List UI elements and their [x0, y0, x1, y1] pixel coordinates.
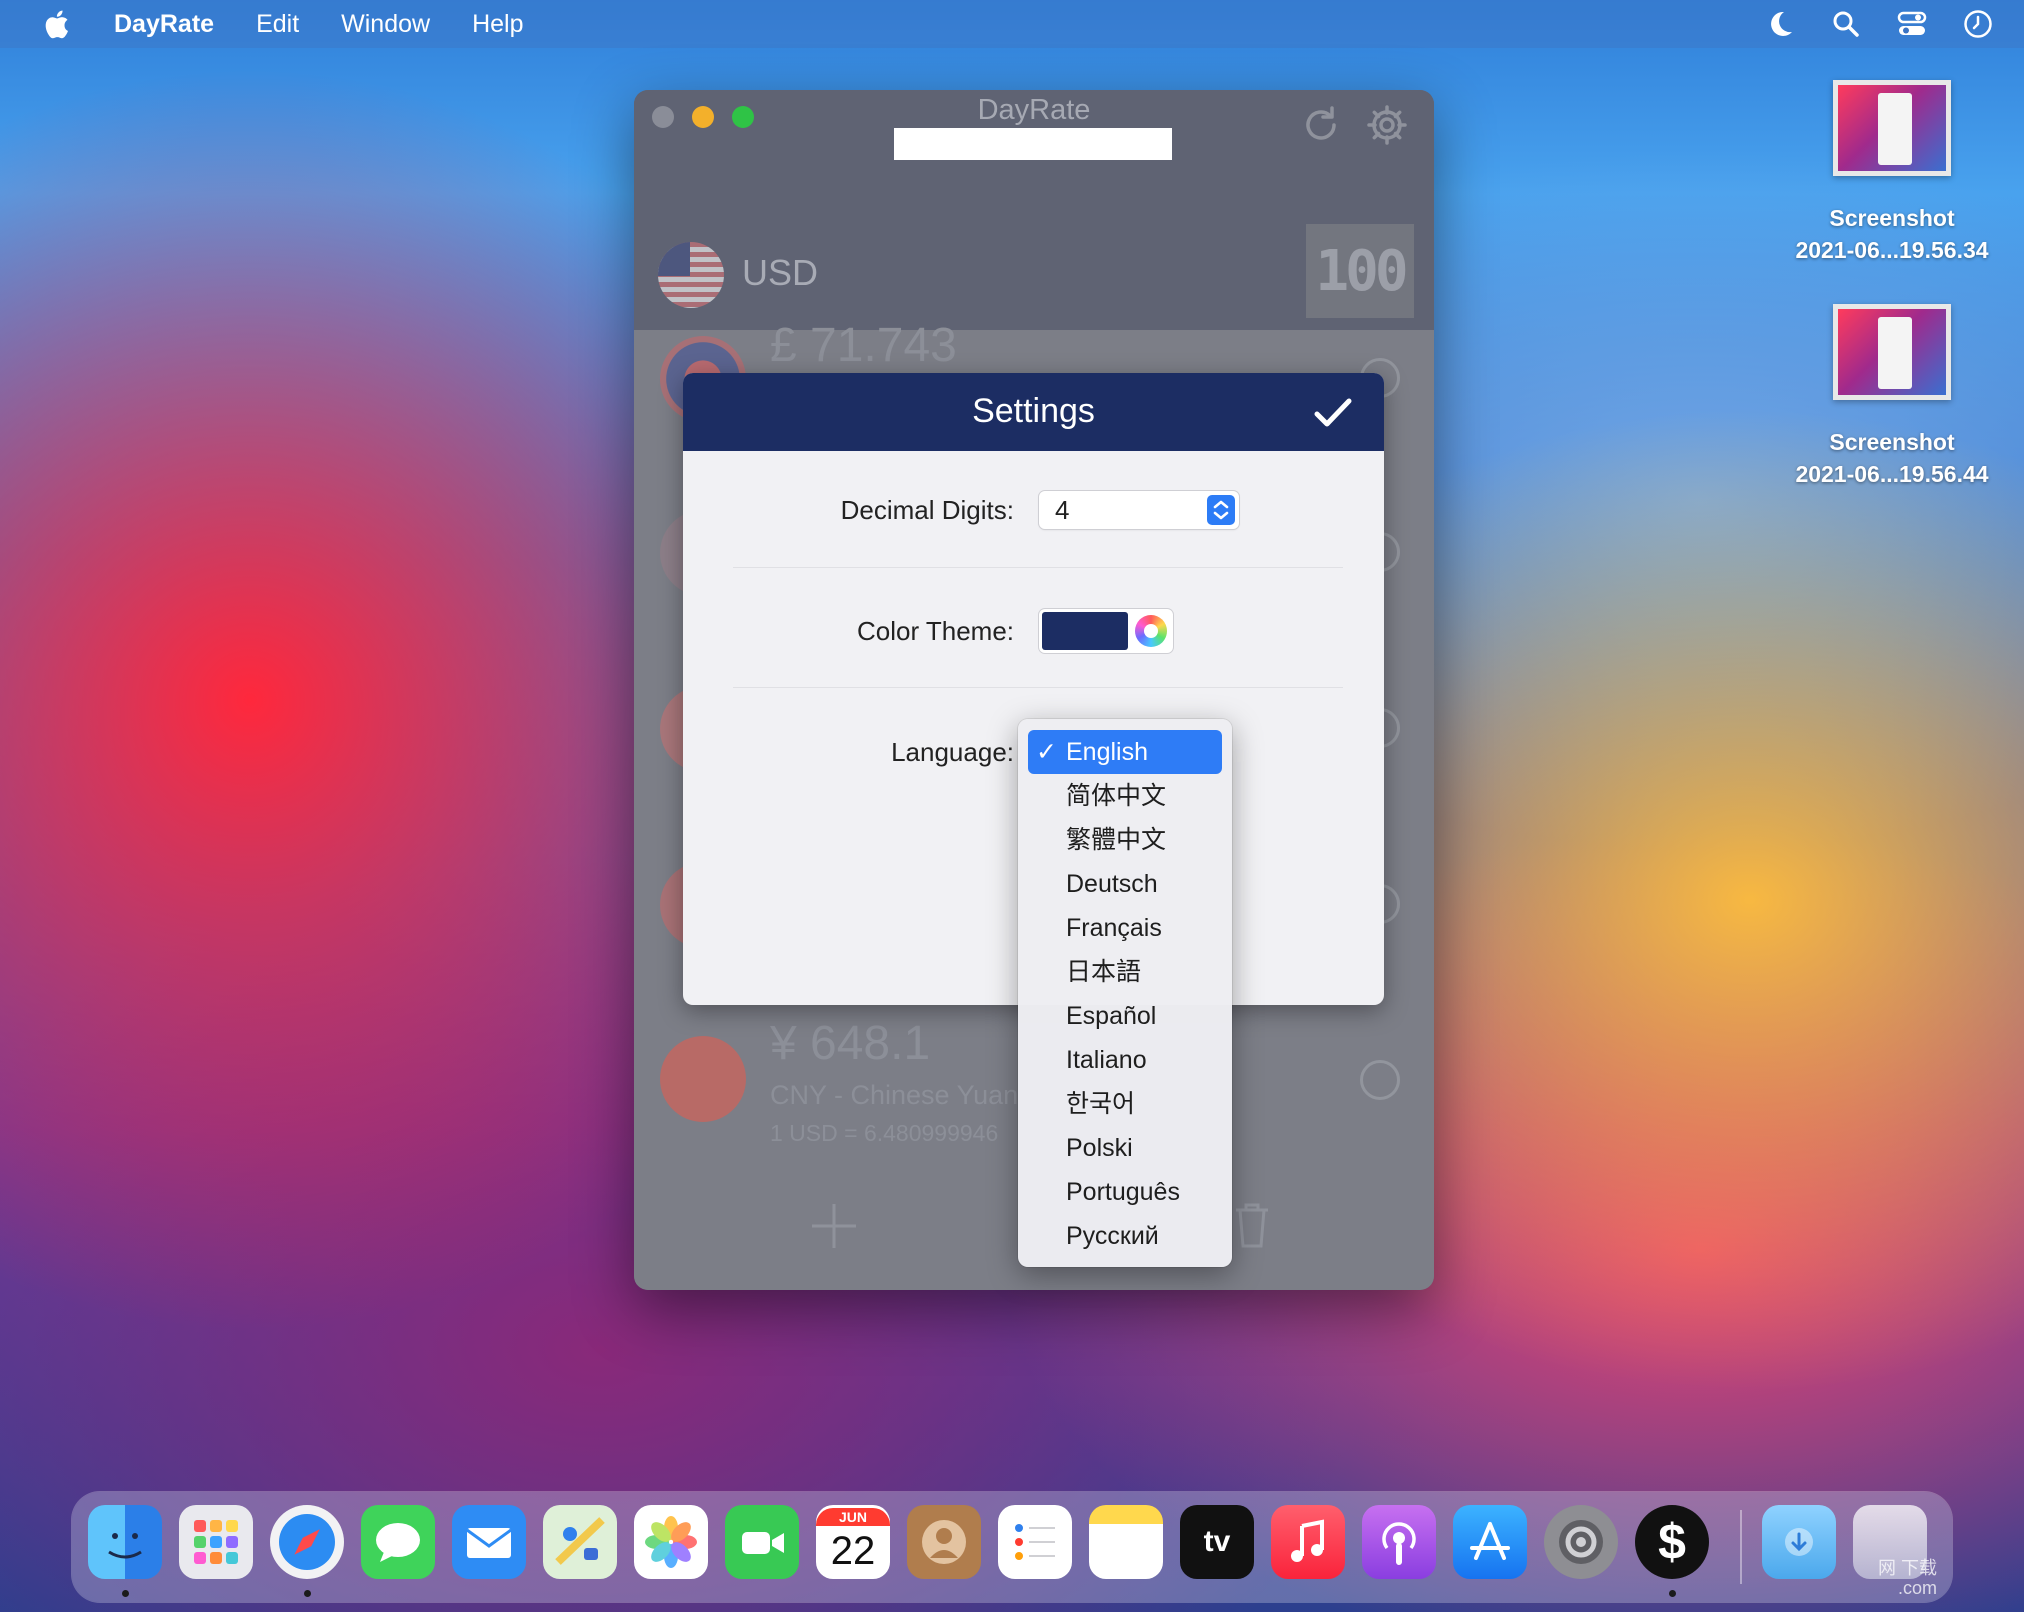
watermark: 网 下载 .com	[1878, 1558, 1938, 1598]
color-theme-label: Color Theme:	[856, 616, 1014, 646]
podcasts-icon[interactable]	[1362, 1505, 1436, 1579]
language-option[interactable]: Español	[1028, 994, 1222, 1038]
notes-icon[interactable]	[1089, 1505, 1163, 1579]
calendar-day: 22	[830, 1529, 876, 1573]
calendar-month: JUN	[816, 1508, 890, 1526]
currency-amount: £ 71.743	[770, 319, 957, 372]
contacts-icon[interactable]	[907, 1505, 981, 1579]
menu-window[interactable]: Window	[341, 10, 430, 39]
launchpad-icon[interactable]	[179, 1505, 253, 1579]
divider	[733, 687, 1343, 688]
base-amount-input[interactable]: 100	[1306, 224, 1414, 318]
menu-help[interactable]: Help	[472, 10, 523, 39]
refresh-icon[interactable]	[1298, 102, 1344, 148]
running-indicator	[304, 1590, 311, 1597]
menu-bar: DayRate Edit Window Help	[0, 0, 2024, 48]
currency-name: CNY - Chinese Yuan	[770, 1080, 1019, 1110]
language-option[interactable]: Polski	[1028, 1126, 1222, 1170]
dollar-icon: $	[1658, 1514, 1686, 1570]
desktop-file-screenshot-1[interactable]: Screenshot 2021-06...19.56.34	[1782, 80, 2002, 266]
language-option[interactable]: Français	[1028, 906, 1222, 950]
language-option[interactable]: 한국어	[1028, 1082, 1222, 1126]
search-icon[interactable]	[1830, 8, 1862, 40]
system-preferences-icon[interactable]	[1544, 1505, 1618, 1579]
file-name-line1: Screenshot	[1829, 429, 1955, 455]
language-option[interactable]: 简体中文	[1028, 774, 1222, 818]
photos-icon[interactable]	[634, 1505, 708, 1579]
safari-icon[interactable]	[270, 1505, 344, 1579]
file-name-line2: 2021-06...19.56.34	[1795, 237, 1989, 263]
maps-icon[interactable]	[543, 1505, 617, 1579]
reminders-icon[interactable]	[998, 1505, 1072, 1579]
language-option[interactable]: Português	[1028, 1170, 1222, 1214]
music-icon[interactable]	[1271, 1505, 1345, 1579]
currency-amount: ¥ 648.1	[770, 1017, 931, 1070]
calendar-icon[interactable]: JUN 22	[816, 1505, 890, 1579]
screenshot-thumbnail	[1833, 80, 1951, 176]
color-wheel-icon[interactable]	[1135, 615, 1167, 647]
language-option[interactable]: Русский	[1028, 1214, 1222, 1258]
messages-icon[interactable]	[361, 1505, 435, 1579]
screenshot-thumbnail	[1833, 304, 1951, 400]
divider	[733, 567, 1343, 568]
facetime-icon[interactable]	[725, 1505, 799, 1579]
language-dropdown-menu: ✓ English 简体中文 繁體中文 Deutsch Français 日本語…	[1018, 719, 1232, 1267]
language-option[interactable]: 日本語	[1028, 950, 1222, 994]
desktop-file-screenshot-2[interactable]: Screenshot 2021-06...19.56.44	[1782, 304, 2002, 490]
dock-separator	[1740, 1510, 1742, 1584]
decimal-digits-label: Decimal Digits:	[840, 495, 1014, 525]
us-flag-icon	[658, 242, 724, 308]
tv-label: tv	[1203, 1525, 1231, 1558]
redacted-field	[894, 128, 1172, 160]
checkmark-icon: ✓	[1036, 738, 1057, 766]
decimal-digits-select[interactable]: 4	[1039, 491, 1239, 529]
file-name-line1: Screenshot	[1829, 205, 1955, 231]
menu-edit[interactable]: Edit	[256, 10, 299, 39]
language-option[interactable]: Italiano	[1028, 1038, 1222, 1082]
done-checkmark-button[interactable]	[1311, 391, 1355, 435]
language-label: Language:	[891, 737, 1014, 767]
mail-icon[interactable]	[452, 1505, 526, 1579]
running-indicator	[1669, 1590, 1676, 1597]
moon-icon[interactable]	[1764, 8, 1796, 40]
file-name-line2: 2021-06...19.56.44	[1795, 461, 1989, 487]
finder-icon[interactable]	[88, 1505, 162, 1579]
settings-title: Settings	[972, 392, 1095, 430]
chevron-updown-icon	[1207, 495, 1235, 525]
gear-icon[interactable]	[1364, 102, 1410, 148]
add-currency-button[interactable]	[810, 1202, 858, 1250]
language-option[interactable]: Deutsch	[1028, 862, 1222, 906]
base-currency-code: USD	[742, 252, 819, 293]
dock: JUN 22 tv $	[72, 1492, 1952, 1602]
control-center-icon[interactable]	[1896, 8, 1928, 40]
clock-icon[interactable]	[1962, 8, 1994, 40]
apple-tv-icon[interactable]: tv	[1180, 1505, 1254, 1579]
app-store-icon[interactable]	[1453, 1505, 1527, 1579]
language-option-english[interactable]: ✓ English	[1028, 730, 1222, 774]
language-option[interactable]: 繁體中文	[1028, 818, 1222, 862]
trend-chart-icon[interactable]	[1360, 1060, 1400, 1100]
downloads-folder-icon[interactable]	[1762, 1505, 1836, 1579]
menu-app-name[interactable]: DayRate	[114, 10, 214, 39]
apple-logo-icon[interactable]	[40, 6, 76, 42]
dayrate-dock-icon[interactable]: $	[1635, 1505, 1709, 1579]
decimal-digits-value: 4	[1055, 495, 1070, 525]
theme-color-swatch	[1042, 612, 1128, 650]
trash-icon[interactable]	[1232, 1200, 1272, 1250]
china-flag-icon	[660, 1036, 746, 1122]
currency-rate: 1 USD = 6.480999946	[770, 1120, 999, 1146]
color-theme-well[interactable]	[1039, 609, 1173, 653]
settings-header: Settings	[683, 373, 1384, 451]
running-indicator	[122, 1590, 129, 1597]
